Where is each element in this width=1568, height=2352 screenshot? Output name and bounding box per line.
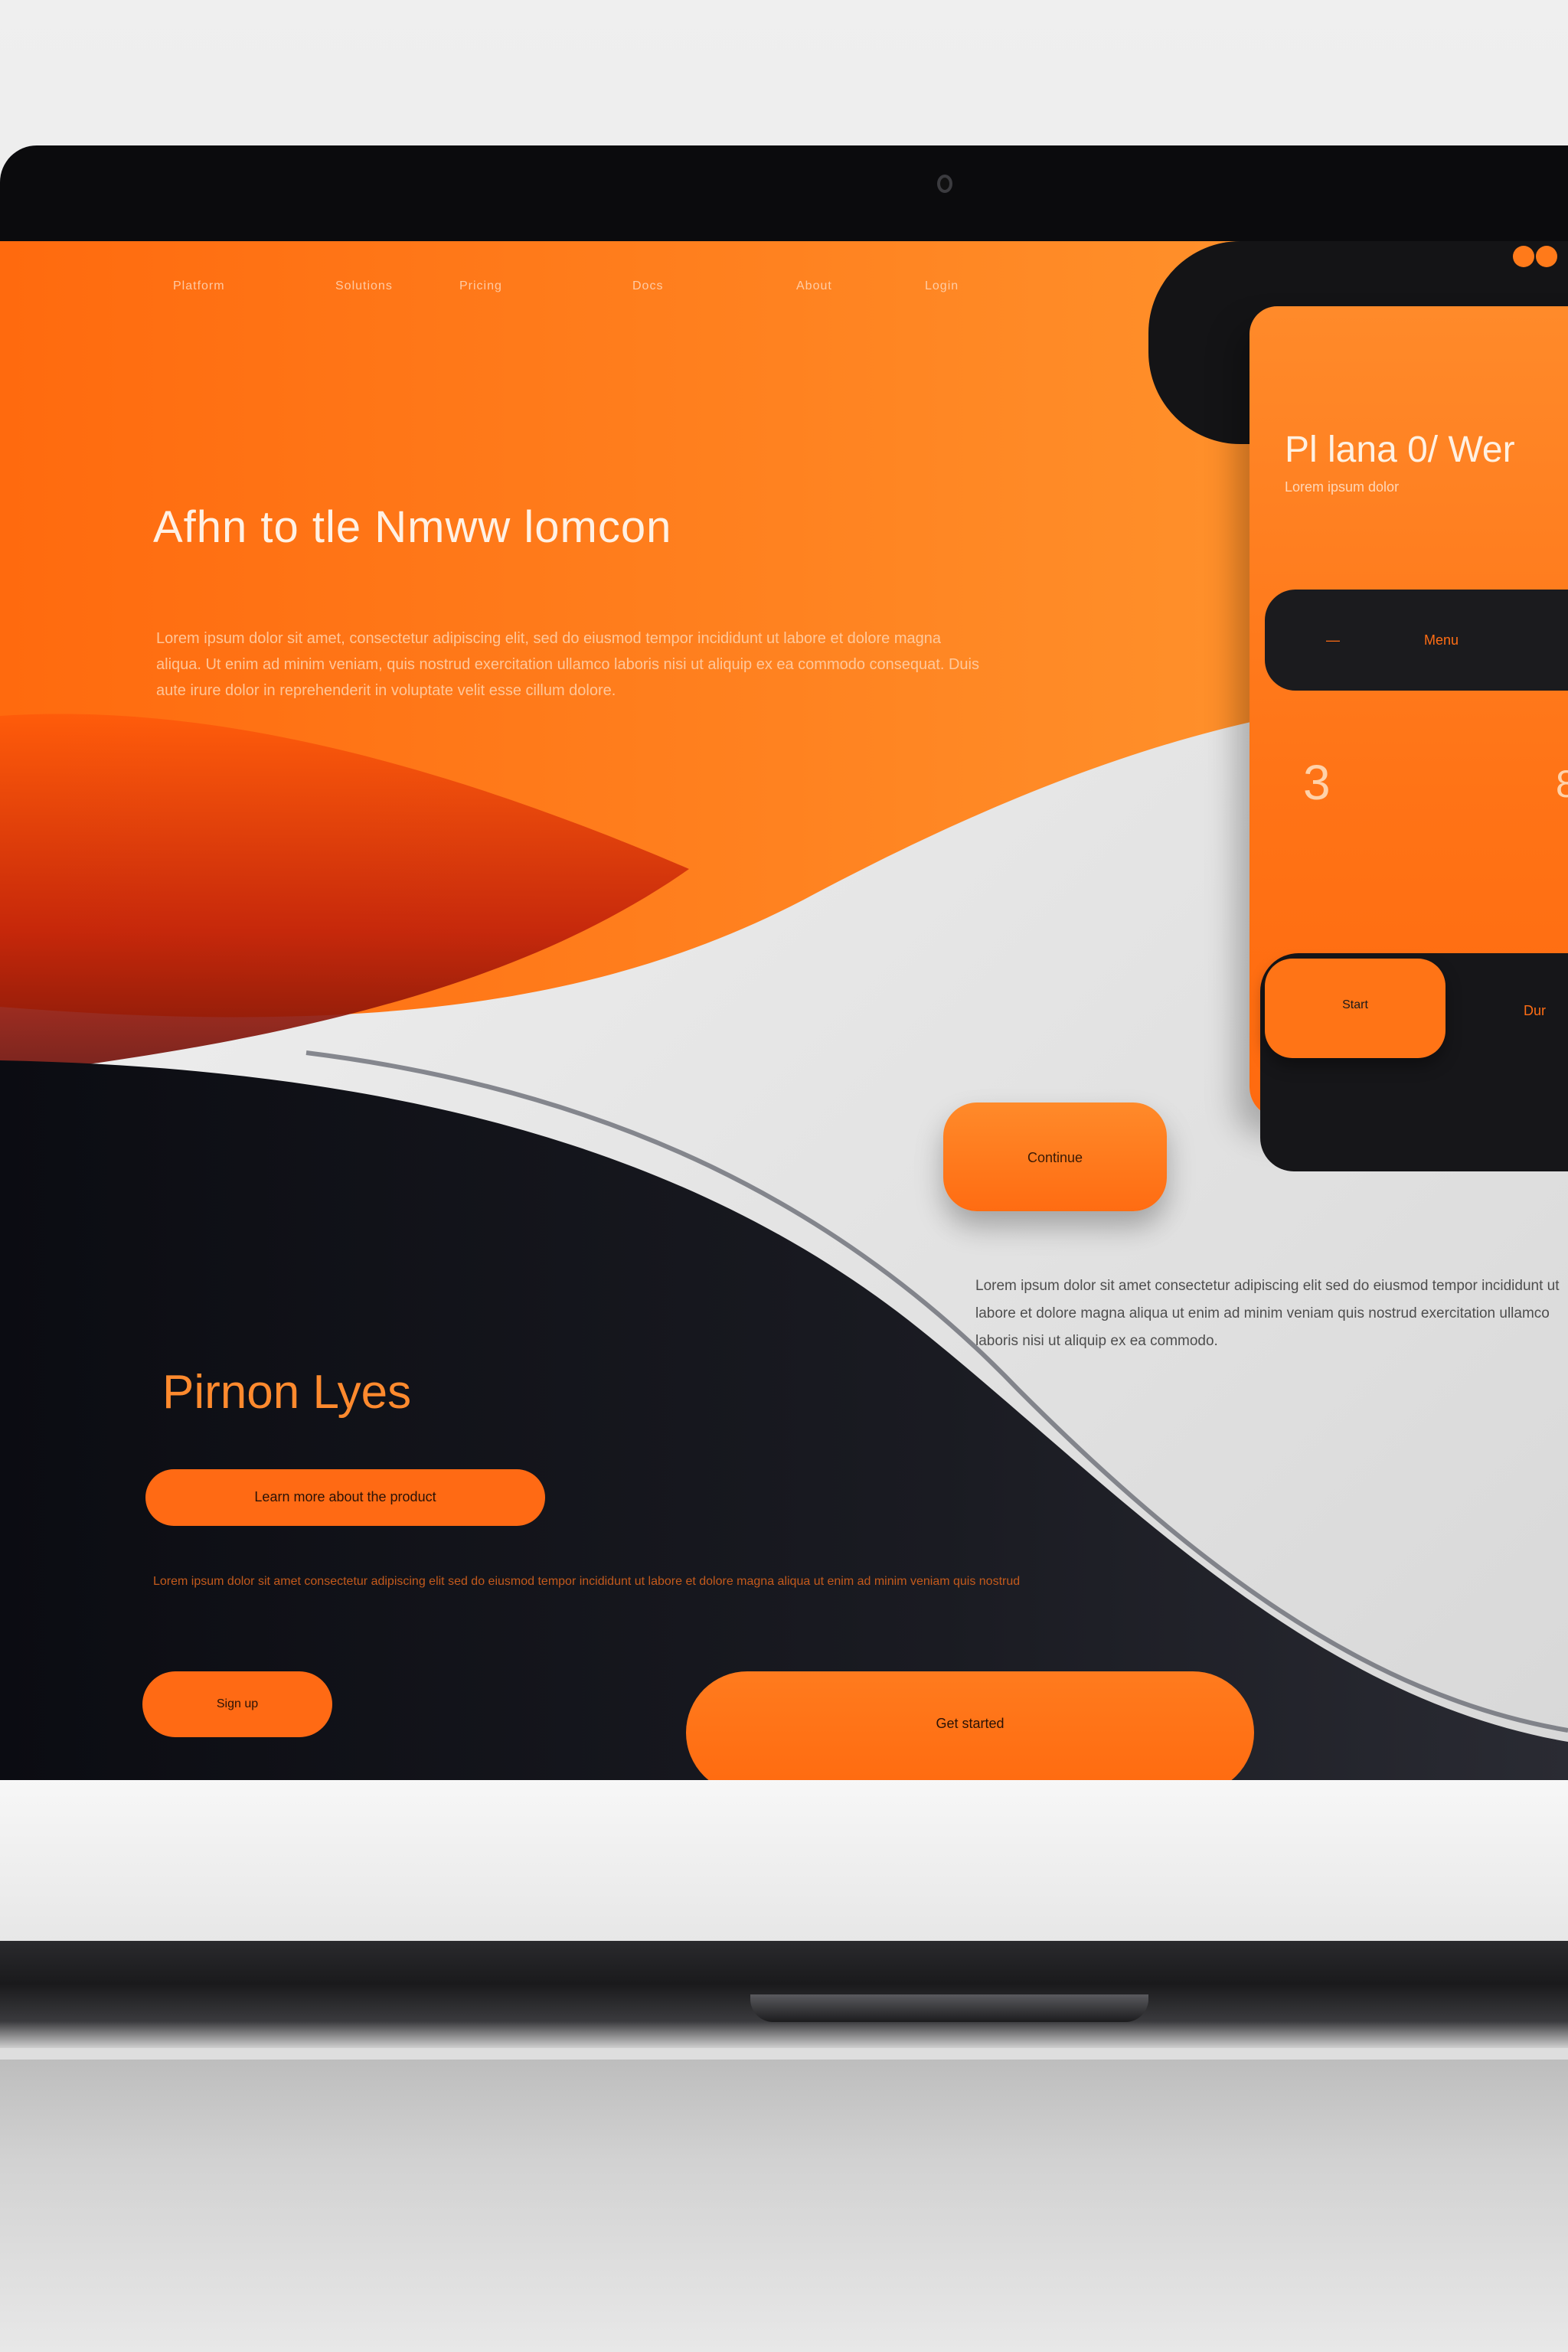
hero-title: Afhn to tle Nmww lomcon (153, 502, 672, 552)
phone-action-button[interactable]: Start (1265, 959, 1446, 1058)
phone-action-label: Start (1342, 998, 1368, 1011)
get-started-button[interactable]: Get started (686, 1671, 1254, 1780)
camera-icon (937, 175, 952, 193)
phone-footer-label[interactable]: Dur (1524, 1003, 1546, 1019)
hero-body: Lorem ipsum dolor sit amet, consectetur … (156, 630, 979, 699)
nav-item-pricing[interactable]: Pricing (459, 279, 502, 295)
section-title: Pirnon Lyes (162, 1366, 412, 1419)
phone-tab-bar: — Menu — (1265, 590, 1568, 691)
sign-up-label: Sign up (216, 1697, 259, 1710)
top-nav: Platform Solutions Pricing Docs About Lo… (0, 264, 1072, 310)
section-divider-text: Lorem ipsum dolor sit amet consectetur a… (153, 1575, 1021, 1588)
phone-stat-secondary: 8 (1556, 763, 1568, 805)
sign-up-button[interactable]: Sign up (142, 1671, 332, 1737)
laptop-chin (0, 1780, 1568, 1941)
phone-tab-menu[interactable]: Menu (1424, 632, 1459, 648)
phone-mockup: Pl lana 0/ Wer Lorem ipsum dolor — Menu … (1250, 306, 1568, 1171)
nav-item-docs[interactable]: Docs (632, 279, 663, 295)
phone-stat-value: 3 (1303, 755, 1331, 810)
nav-item-about[interactable]: About (796, 279, 832, 295)
status-dot-icon (1536, 246, 1557, 267)
phone-subtitle: Lorem ipsum dolor (1285, 479, 1400, 495)
continue-button-label: Continue (1027, 1150, 1083, 1165)
nav-item-platform[interactable]: Platform (173, 279, 225, 295)
feature-description: Lorem ipsum dolor sit amet consectetur a… (975, 1278, 1560, 1349)
floor-shadow (0, 2060, 1568, 2352)
phone-tab-left[interactable]: — (1326, 632, 1340, 648)
learn-more-button[interactable]: Learn more about the product (145, 1469, 545, 1526)
laptop-hinge (750, 1994, 1148, 2022)
laptop-screen: Platform Solutions Pricing Docs About Lo… (0, 241, 1568, 1780)
brand-logo (896, 1954, 1011, 1977)
phone-title: Pl lana 0/ Wer (1285, 430, 1515, 470)
get-started-label: Get started (936, 1716, 1004, 1731)
nav-item-solutions[interactable]: Solutions (335, 279, 393, 295)
nav-item-login[interactable]: Login (925, 279, 959, 295)
learn-more-label: Learn more about the product (254, 1489, 436, 1504)
continue-button[interactable]: Continue (943, 1102, 1167, 1211)
status-dot-icon (1513, 246, 1534, 267)
